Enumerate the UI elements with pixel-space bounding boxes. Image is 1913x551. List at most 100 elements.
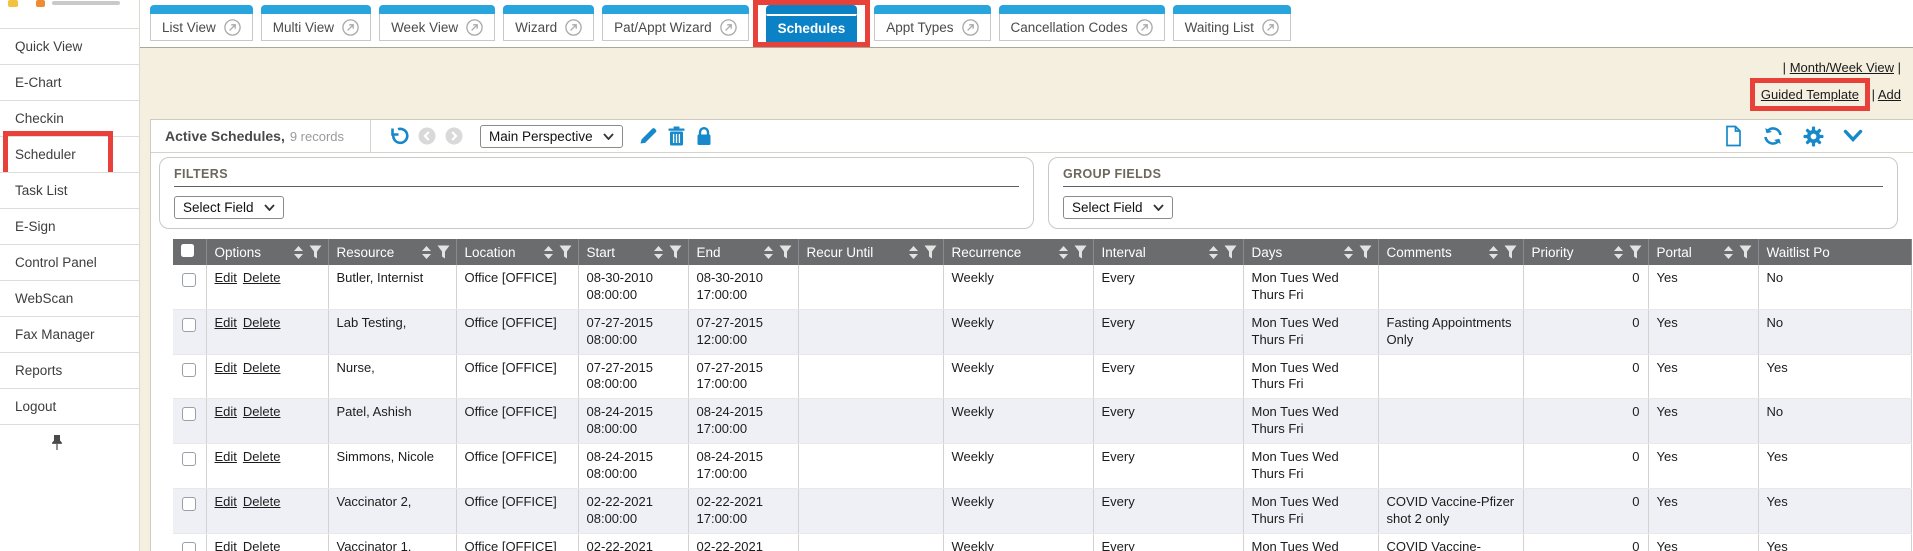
sort-icon[interactable] [1613, 245, 1624, 260]
tab-multi-view[interactable]: Multi View [261, 5, 371, 41]
add-link[interactable]: Add [1878, 87, 1901, 102]
edit-link[interactable]: Edit [215, 315, 237, 330]
row-checkbox[interactable] [182, 542, 196, 551]
edit-link[interactable]: Edit [215, 539, 237, 551]
chevron-down-icon[interactable] [1843, 129, 1863, 143]
filter-funnel-icon[interactable] [669, 245, 682, 259]
new-document-icon[interactable] [1724, 125, 1743, 147]
edit-link[interactable]: Edit [215, 270, 237, 285]
lock-icon[interactable] [695, 126, 713, 146]
sidebar-item-e-sign[interactable]: E-Sign [0, 208, 139, 244]
tab-top-strip [602, 5, 749, 14]
filter-funnel-icon[interactable] [437, 245, 450, 259]
filter-funnel-icon[interactable] [1359, 245, 1372, 259]
filter-funnel-icon[interactable] [309, 245, 322, 259]
sidebar-item-reports[interactable]: Reports [0, 352, 139, 388]
row-checkbox[interactable] [182, 273, 196, 287]
sidebar-item-scheduler[interactable]: Scheduler [0, 136, 139, 172]
filter-funnel-icon[interactable] [1739, 245, 1752, 259]
undo-icon[interactable] [387, 125, 409, 147]
filters-field-select[interactable]: Select Field [174, 196, 284, 219]
sort-icon[interactable] [1058, 245, 1069, 260]
perspective-select[interactable]: Main Perspective [480, 125, 623, 148]
tab-week-view[interactable]: Week View [379, 5, 495, 41]
edit-link[interactable]: Edit [215, 404, 237, 419]
pushpin-icon[interactable] [50, 434, 64, 451]
filters-panel: FILTERS Select Field [159, 157, 1034, 229]
cell-end: 08-30-2010 17:00:00 [688, 265, 798, 309]
gear-icon[interactable] [1803, 126, 1824, 147]
refresh-icon[interactable] [1762, 126, 1784, 146]
popout-arrow-icon[interactable] [1262, 19, 1279, 36]
popout-arrow-icon[interactable] [565, 19, 582, 36]
sidebar-item-checkin[interactable]: Checkin [0, 100, 139, 136]
delete-link[interactable]: Delete [243, 539, 281, 551]
row-checkbox[interactable] [182, 407, 196, 421]
sidebar-item-webscan[interactable]: WebScan [0, 280, 139, 316]
row-checkbox[interactable] [182, 452, 196, 466]
next-circle-icon[interactable] [445, 127, 463, 145]
row-checkbox[interactable] [182, 318, 196, 332]
sidebar-item-e-chart[interactable]: E-Chart [0, 64, 139, 100]
tab-label-area: Pat/Appt Wizard [602, 14, 749, 41]
edit-link[interactable]: Edit [215, 449, 237, 464]
filter-funnel-icon[interactable] [1224, 245, 1237, 259]
sidebar-item-control-panel[interactable]: Control Panel [0, 244, 139, 280]
sidebar-item-task-list[interactable]: Task List [0, 172, 139, 208]
tab-appt-types[interactable]: Appt Types [874, 5, 990, 41]
delete-trash-icon[interactable] [667, 126, 686, 146]
guided-template-link[interactable]: Guided Template [1761, 87, 1859, 102]
edit-pencil-icon[interactable] [638, 126, 658, 146]
tab-label: Schedules [778, 21, 846, 36]
edit-link[interactable]: Edit [215, 494, 237, 509]
sort-icon[interactable] [763, 245, 774, 260]
filter-funnel-icon[interactable] [1074, 245, 1087, 259]
delete-link[interactable]: Delete [243, 449, 281, 464]
row-checkbox[interactable] [182, 363, 196, 377]
cell-resource: Patel, Ashish [328, 399, 456, 444]
sidebar-item-logout[interactable]: Logout [0, 388, 139, 424]
sidebar-item-quick-view[interactable]: Quick View [0, 28, 139, 64]
delete-link[interactable]: Delete [243, 494, 281, 509]
sort-icon[interactable] [1723, 245, 1734, 260]
sort-icon[interactable] [653, 245, 664, 260]
popout-arrow-icon[interactable] [342, 19, 359, 36]
column-header-priority: Priority [1523, 239, 1648, 265]
tab-schedules[interactable]: Schedules [766, 5, 858, 42]
sort-icon[interactable] [293, 245, 304, 260]
month-week-view-link[interactable]: Month/Week View [1790, 60, 1894, 75]
popout-arrow-icon[interactable] [962, 19, 979, 36]
tab-pat-appt-wizard[interactable]: Pat/Appt Wizard [602, 5, 749, 41]
filter-funnel-icon[interactable] [1504, 245, 1517, 259]
group-field-select[interactable]: Select Field [1063, 196, 1173, 219]
prev-circle-icon[interactable] [418, 127, 436, 145]
popout-arrow-icon[interactable] [720, 19, 737, 36]
sort-icon[interactable] [1343, 245, 1354, 260]
delete-link[interactable]: Delete [243, 404, 281, 419]
tab-list-view[interactable]: List View [150, 5, 253, 41]
popout-arrow-icon[interactable] [224, 19, 241, 36]
filter-funnel-icon[interactable] [779, 245, 792, 259]
tab-waiting-list[interactable]: Waiting List [1173, 5, 1291, 41]
filter-funnel-icon[interactable] [1629, 245, 1642, 259]
delete-link[interactable]: Delete [243, 270, 281, 285]
edit-link[interactable]: Edit [215, 360, 237, 375]
sort-icon[interactable] [543, 245, 554, 260]
delete-link[interactable]: Delete [243, 315, 281, 330]
popout-arrow-icon[interactable] [466, 19, 483, 36]
tab-cancellation-codes[interactable]: Cancellation Codes [999, 5, 1165, 41]
filter-funnel-icon[interactable] [924, 245, 937, 259]
cell-days: Mon Tues Wed Thurs Fri [1243, 354, 1378, 399]
tab-wizard[interactable]: Wizard [503, 5, 594, 41]
sort-icon[interactable] [421, 245, 432, 260]
delete-link[interactable]: Delete [243, 360, 281, 375]
popout-arrow-icon[interactable] [1136, 19, 1153, 36]
filter-funnel-icon[interactable] [559, 245, 572, 259]
row-checkbox[interactable] [182, 497, 196, 511]
cell-interval: Every [1093, 399, 1243, 444]
sort-icon[interactable] [908, 245, 919, 260]
sidebar-item-fax-manager[interactable]: Fax Manager [0, 316, 139, 352]
sort-icon[interactable] [1488, 245, 1499, 260]
sort-icon[interactable] [1208, 245, 1219, 260]
select-all-checkbox[interactable] [173, 239, 206, 265]
